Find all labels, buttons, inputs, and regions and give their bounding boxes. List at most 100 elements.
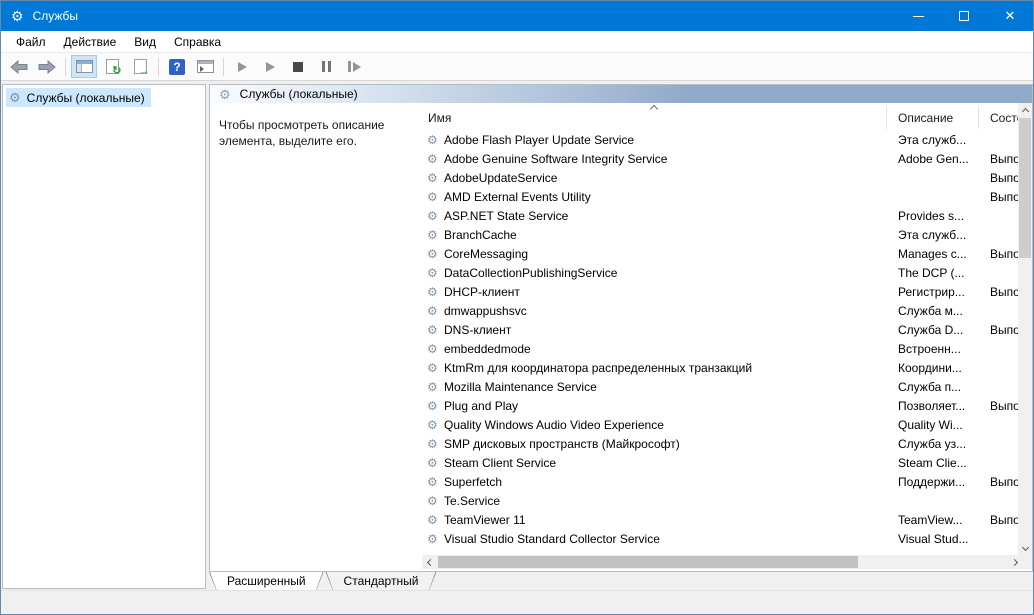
- menu-view[interactable]: Вид: [125, 33, 165, 51]
- service-description-cell: Служба уз...: [898, 435, 966, 454]
- service-name-cell: dmwappushsvc: [444, 302, 527, 321]
- gear-icon: ⚙: [427, 400, 438, 412]
- service-row[interactable]: ⚙ DataCollectionPublishingService The DC…: [422, 264, 1022, 283]
- service-name-cell: DHCP-клиент: [444, 283, 520, 302]
- chevron-left-icon: [426, 558, 433, 565]
- column-separator[interactable]: [886, 107, 887, 129]
- service-description-cell: Steam Clie...: [898, 454, 967, 473]
- services-extended-pane: ⚙ Службы (локальные) Чтобы просмотреть о…: [209, 84, 1033, 572]
- scroll-left-button[interactable]: [422, 555, 436, 569]
- status-strip: [1, 590, 1033, 614]
- sort-ascending-icon: [650, 105, 658, 113]
- service-name-cell: SMP дисковых пространств (Майкрософт): [444, 435, 680, 454]
- service-row[interactable]: ⚙ AMD External Events Utility Выполняетс…: [422, 188, 1022, 207]
- start-service-button[interactable]: [229, 55, 255, 78]
- service-row[interactable]: ⚙ Superfetch Поддержи... Выполняется: [422, 473, 1022, 492]
- service-row[interactable]: ⚙ BranchCache Эта служб...: [422, 226, 1022, 245]
- service-row[interactable]: ⚙ DHCP-клиент Регистрир... Выполняется: [422, 283, 1022, 302]
- gear-icon: ⚙: [427, 267, 438, 279]
- toolbar-separator: [158, 58, 159, 76]
- refresh-button[interactable]: ↻: [99, 55, 125, 78]
- service-description-cell: Служба м...: [898, 302, 963, 321]
- service-row[interactable]: ⚙ embeddedmode Встроенн...: [422, 340, 1022, 359]
- service-description-cell: Quality Wi...: [898, 416, 963, 435]
- forward-button[interactable]: [34, 55, 60, 78]
- service-name-cell: AMD External Events Utility: [444, 188, 591, 207]
- export-list-button[interactable]: →: [127, 55, 153, 78]
- stop-icon: [293, 62, 303, 72]
- menu-file[interactable]: Файл: [7, 33, 55, 51]
- show-console-tree-button[interactable]: [71, 55, 97, 78]
- column-separator[interactable]: [978, 107, 979, 129]
- service-row[interactable]: ⚙ AdobeUpdateService Выполняется: [422, 169, 1022, 188]
- service-description-cell: Позволяет...: [898, 397, 965, 416]
- service-row[interactable]: ⚙ ASP.NET State Service Provides s...: [422, 207, 1022, 226]
- service-row[interactable]: ⚙ dmwappushsvc Служба м...: [422, 302, 1022, 321]
- gear-icon: ⚙: [427, 533, 438, 545]
- service-name-cell: DNS-клиент: [444, 321, 511, 340]
- menu-action[interactable]: Действие: [55, 33, 126, 51]
- service-row[interactable]: ⚙ Te.Service: [422, 492, 1022, 511]
- tab-extended-label: Расширенный: [209, 572, 324, 588]
- gear-icon: ⚙: [427, 210, 438, 222]
- toolbar: ↻ → ?: [1, 53, 1033, 81]
- resume-service-button[interactable]: [257, 55, 283, 78]
- horizontal-scroll-thumb[interactable]: [438, 556, 858, 568]
- service-row[interactable]: ⚙ Mozilla Maintenance Service Служба п..…: [422, 378, 1022, 397]
- service-row[interactable]: ⚙ Plug and Play Позволяет... Выполняется: [422, 397, 1022, 416]
- console-tree-icon: [76, 60, 93, 73]
- service-row[interactable]: ⚙ Adobe Flash Player Update Service Эта …: [422, 131, 1022, 150]
- service-name-cell: Plug and Play: [444, 397, 518, 416]
- service-description-cell: Эта служб...: [898, 131, 966, 150]
- services-window: ⚙ Службы ✕ Файл Действие Вид Справка ↻ →: [0, 0, 1034, 615]
- pause-icon: [322, 61, 331, 72]
- service-row[interactable]: ⚙ DNS-клиент Служба D... Выполняется: [422, 321, 1022, 340]
- scroll-up-button[interactable]: [1018, 103, 1032, 117]
- service-description-cell: Координи...: [898, 359, 962, 378]
- action-pane-icon: [197, 60, 214, 73]
- tab-extended[interactable]: Расширенный: [209, 572, 324, 592]
- back-button[interactable]: [6, 55, 32, 78]
- pause-service-button[interactable]: [313, 55, 339, 78]
- stop-service-button[interactable]: [285, 55, 311, 78]
- service-name-cell: TeamViewer 11: [444, 511, 526, 530]
- toolbar-separator: [65, 58, 66, 76]
- gear-icon: ⚙: [427, 305, 438, 317]
- maximize-icon: [959, 11, 969, 21]
- service-name-cell: Quality Windows Audio Video Experience: [444, 416, 664, 435]
- service-row[interactable]: ⚙ KtmRm для координатора распределенных …: [422, 359, 1022, 378]
- show-action-pane-button[interactable]: [192, 55, 218, 78]
- scroll-down-button[interactable]: [1018, 541, 1032, 555]
- resume-icon: [266, 62, 275, 72]
- help-button[interactable]: ?: [164, 55, 190, 78]
- service-row[interactable]: ⚙ SMP дисковых пространств (Майкрософт) …: [422, 435, 1022, 454]
- vertical-scroll-thumb[interactable]: [1019, 118, 1031, 258]
- gear-icon: ⚙: [427, 172, 438, 184]
- column-header-description[interactable]: Описание: [898, 111, 953, 125]
- restart-service-button[interactable]: [341, 55, 367, 78]
- minimize-button[interactable]: [895, 1, 941, 31]
- service-row[interactable]: ⚙ CoreMessaging Manages c... Выполняется: [422, 245, 1022, 264]
- menu-help[interactable]: Справка: [165, 33, 230, 51]
- service-row[interactable]: ⚙ Quality Windows Audio Video Experience…: [422, 416, 1022, 435]
- list-header: Имя Описание Состояние: [422, 103, 1022, 131]
- service-name-cell: Adobe Genuine Software Integrity Service: [444, 150, 667, 169]
- service-description-cell: TeamView...: [898, 511, 962, 530]
- tab-standard-label: Стандартный: [326, 572, 437, 588]
- chevron-up-icon: [1021, 107, 1028, 114]
- service-row[interactable]: ⚙ Adobe Genuine Software Integrity Servi…: [422, 150, 1022, 169]
- gear-icon: ⚙: [427, 248, 438, 260]
- vertical-scrollbar[interactable]: [1018, 103, 1032, 555]
- service-row[interactable]: ⚙ Visual Studio Standard Collector Servi…: [422, 530, 1022, 549]
- service-row[interactable]: ⚙ TeamViewer 11 TeamView... Выполняется: [422, 511, 1022, 530]
- tree-item-services-local[interactable]: ⚙ Службы (локальные): [6, 88, 151, 107]
- service-row[interactable]: ⚙ Steam Client Service Steam Clie...: [422, 454, 1022, 473]
- tab-standard[interactable]: Стандартный: [326, 572, 437, 592]
- maximize-button[interactable]: [941, 1, 987, 31]
- service-name-cell: Te.Service: [444, 492, 500, 511]
- column-header-name[interactable]: Имя: [428, 111, 451, 125]
- close-button[interactable]: ✕: [987, 1, 1033, 31]
- horizontal-scrollbar[interactable]: [422, 555, 1022, 569]
- console-tree-pane: ⚙ Службы (локальные): [2, 84, 206, 589]
- gear-icon: ⚙: [427, 476, 438, 488]
